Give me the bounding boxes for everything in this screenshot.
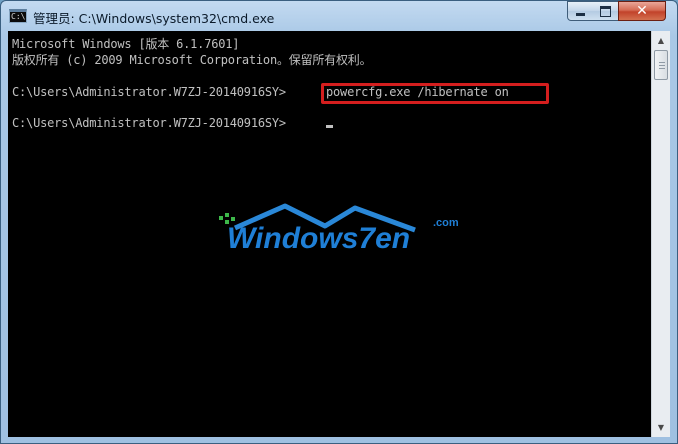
grip-line — [659, 65, 665, 66]
maximize-button[interactable] — [593, 1, 619, 21]
close-button[interactable]: ✕ — [618, 1, 666, 21]
cmd-icon[interactable]: C:\ — [9, 9, 27, 23]
watermark-text: Windows7en — [227, 222, 410, 255]
chevron-down-icon: ▼ — [657, 423, 665, 432]
watermark-logo: Windows7en .com — [219, 203, 459, 255]
console-line-version: Microsoft Windows [版本 6.1.7601] — [12, 37, 240, 51]
maximize-icon — [600, 5, 611, 17]
scroll-thumb[interactable] — [654, 50, 668, 80]
console-line-prompt-1: C:\Users\Administrator.W7ZJ-20140916SY> — [12, 85, 286, 99]
scroll-down-button[interactable]: ▼ — [653, 419, 669, 436]
grip-line — [659, 68, 665, 69]
vertical-scrollbar[interactable]: ▲ ▼ — [651, 31, 670, 437]
scroll-up-button[interactable]: ▲ — [653, 32, 669, 49]
command-highlight-box — [321, 83, 549, 104]
minimize-button[interactable] — [567, 1, 594, 21]
console-line-copyright: 版权所有 (c) 2009 Microsoft Corporation。保留所有… — [12, 53, 372, 67]
grip-line — [659, 62, 665, 63]
window-title: 管理员: C:\Windows\system32\cmd.exe — [33, 11, 275, 26]
watermark-suffix: .com — [433, 217, 459, 229]
title-bar[interactable]: C:\ 管理员: C:\Windows\system32\cmd.exe ✕ — [1, 1, 677, 31]
cmd-icon-glyph: C:\ — [11, 12, 26, 21]
cmd-window: C:\ 管理员: C:\Windows\system32\cmd.exe ✕ M… — [0, 0, 678, 444]
console-line-prompt-2: C:\Users\Administrator.W7ZJ-20140916SY> — [12, 116, 286, 130]
minimize-icon — [576, 12, 585, 16]
console-area[interactable]: Microsoft Windows [版本 6.1.7601] 版权所有 (c)… — [8, 31, 651, 437]
text-cursor — [326, 125, 333, 128]
chevron-up-icon: ▲ — [657, 36, 665, 45]
close-icon: ✕ — [636, 3, 648, 19]
